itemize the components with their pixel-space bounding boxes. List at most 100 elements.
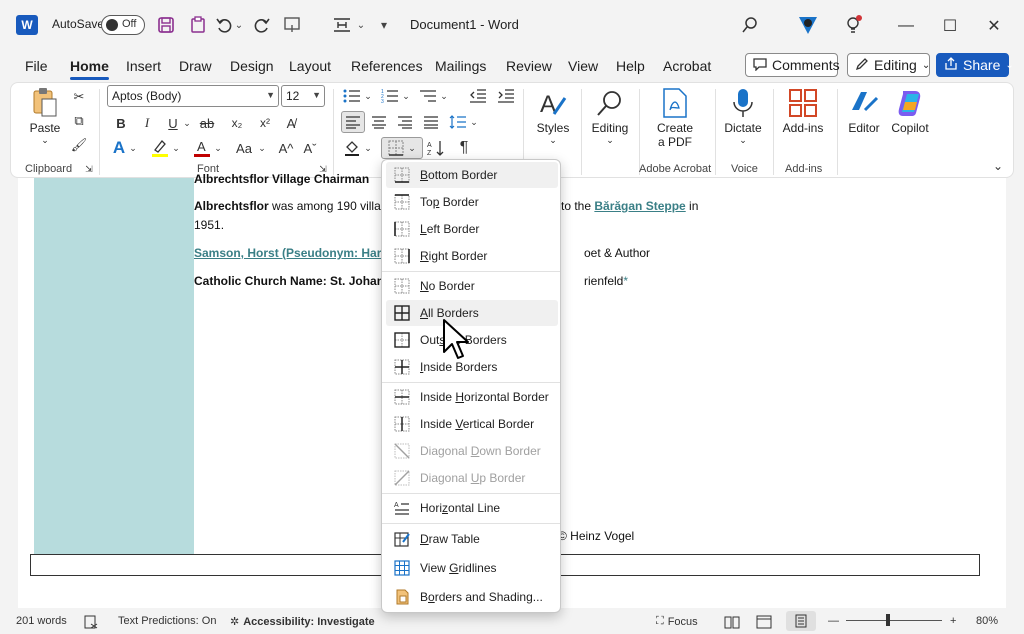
chevron-down-icon[interactable]: ⌄ bbox=[363, 87, 373, 105]
editor-button[interactable]: Editor bbox=[841, 87, 887, 135]
chevron-down-icon[interactable]: ⌄ bbox=[171, 139, 181, 157]
menu-item-left-border[interactable]: Left Border bbox=[386, 216, 558, 242]
bold-icon[interactable]: B bbox=[111, 113, 131, 133]
editing-button[interactable]: Editing ⌄ bbox=[585, 87, 635, 146]
format-painter-icon[interactable]: 🖌 bbox=[69, 135, 89, 155]
increase-indent-icon[interactable] bbox=[495, 85, 517, 107]
zoom-level[interactable]: 80% bbox=[976, 615, 998, 627]
word-count[interactable]: 201 words bbox=[16, 615, 67, 627]
clear-formatting-icon[interactable]: A̸ bbox=[281, 113, 301, 133]
tab-mailings[interactable]: Mailings bbox=[435, 58, 486, 74]
clipboard-launcher-icon[interactable]: ⇲ bbox=[83, 163, 95, 175]
chevron-down-icon[interactable]: ⌄ bbox=[257, 139, 267, 157]
bullets-icon[interactable] bbox=[341, 85, 363, 107]
samson-horst-link[interactable]: Samson, Horst (Pseudonym: Har bbox=[194, 246, 381, 260]
proofing-icon[interactable] bbox=[84, 615, 98, 629]
paste-button[interactable]: Paste ⌄ bbox=[25, 87, 65, 146]
add-ins-button[interactable]: Add-ins bbox=[777, 87, 829, 135]
search-icon[interactable] bbox=[738, 13, 762, 37]
menu-item-inside-borders[interactable]: Inside Borders bbox=[386, 354, 558, 380]
underline-icon[interactable]: U bbox=[163, 113, 183, 133]
text-predictions[interactable]: Text Predictions: On bbox=[118, 615, 216, 627]
close-button[interactable]: ✕ bbox=[980, 14, 1008, 38]
customize-qat-icon[interactable]: ▾ bbox=[372, 13, 396, 37]
share-button[interactable]: Share ⌄ bbox=[936, 53, 1014, 77]
table-layout-icon[interactable] bbox=[330, 13, 354, 37]
menu-item-right-border[interactable]: Right Border bbox=[386, 243, 558, 269]
chevron-down-icon[interactable]: ⌄ bbox=[469, 113, 479, 131]
menu-item-all-borders[interactable]: All Borders bbox=[386, 300, 558, 326]
menu-item-bottom-border[interactable]: Bottom Border bbox=[386, 162, 558, 188]
font-size-select[interactable]: 12 ▼ bbox=[281, 85, 325, 107]
designer-icon[interactable] bbox=[796, 13, 820, 37]
underline-dropdown-icon[interactable]: ⌄ bbox=[181, 113, 193, 133]
font-color-icon[interactable]: A bbox=[191, 137, 213, 159]
highlight-color-icon[interactable] bbox=[149, 137, 171, 159]
decrease-indent-icon[interactable] bbox=[467, 85, 489, 107]
font-name-select[interactable]: Aptos (Body) ▼ bbox=[107, 85, 279, 107]
baragan-steppe-link[interactable]: Bărăgan Steppe bbox=[594, 199, 685, 213]
maximize-button[interactable]: ☐ bbox=[936, 14, 964, 38]
dictate-button[interactable]: Dictate ⌄ bbox=[719, 87, 767, 146]
tab-acrobat[interactable]: Acrobat bbox=[663, 58, 711, 74]
align-left-button[interactable] bbox=[341, 111, 365, 133]
tab-home[interactable]: Home bbox=[70, 58, 109, 80]
comments-button[interactable]: Comments bbox=[745, 53, 840, 77]
borders-button[interactable]: ⌄ bbox=[381, 137, 423, 159]
align-center-button[interactable] bbox=[367, 111, 391, 133]
web-layout-icon[interactable] bbox=[756, 615, 772, 629]
tab-view[interactable]: View bbox=[568, 58, 598, 74]
tab-layout[interactable]: Layout bbox=[289, 58, 331, 74]
create-pdf-button[interactable]: Create a PDF bbox=[645, 87, 705, 149]
accessibility-status[interactable]: ✲ Accessibility: Investigate bbox=[230, 615, 375, 629]
change-case-icon[interactable]: Aa bbox=[233, 137, 255, 159]
tab-help[interactable]: Help bbox=[616, 58, 645, 74]
zoom-out-icon[interactable]: — bbox=[828, 615, 839, 627]
tab-review[interactable]: Review bbox=[506, 58, 552, 74]
copilot-button[interactable]: Copilot bbox=[885, 87, 935, 135]
menu-item-inside-horizontal-border[interactable]: Inside Horizontal Border bbox=[386, 384, 558, 410]
chevron-down-icon[interactable]: ⌄ bbox=[363, 139, 373, 157]
chevron-down-icon[interactable]: ⌄ bbox=[439, 87, 449, 105]
menu-item-view-gridlines[interactable]: View Gridlines bbox=[386, 555, 558, 581]
editing-mode-button[interactable]: Editing ⌄ bbox=[847, 53, 930, 77]
redo-icon[interactable] bbox=[250, 13, 274, 37]
read-mode-icon[interactable] bbox=[724, 615, 740, 629]
tab-draw[interactable]: Draw bbox=[179, 58, 212, 74]
numbering-icon[interactable]: 123 bbox=[379, 85, 401, 107]
sort-icon[interactable]: AZ bbox=[425, 137, 447, 159]
tab-file[interactable]: File bbox=[25, 58, 48, 74]
multilevel-list-icon[interactable] bbox=[417, 85, 439, 107]
menu-item-inside-vertical-border[interactable]: Inside Vertical Border bbox=[386, 411, 558, 437]
menu-item-horizontal-line[interactable]: A Horizontal Line bbox=[386, 495, 558, 521]
menu-item-draw-table[interactable]: Draw Table bbox=[386, 526, 558, 552]
footnote-marker[interactable]: * bbox=[623, 274, 628, 288]
chevron-down-icon[interactable]: ⌄ bbox=[213, 139, 223, 157]
focus-button[interactable]: ⛶ Focus bbox=[656, 615, 698, 628]
chevron-down-icon[interactable]: ⌄ bbox=[128, 139, 138, 157]
tab-insert[interactable]: Insert bbox=[126, 58, 161, 74]
print-layout-icon[interactable] bbox=[786, 611, 816, 631]
zoom-in-icon[interactable]: + bbox=[950, 615, 956, 627]
tab-references[interactable]: References bbox=[351, 58, 423, 74]
layout-dropdown-icon[interactable]: ⌄ bbox=[354, 13, 368, 37]
clipboard-qat-icon[interactable] bbox=[186, 13, 210, 37]
shrink-font-icon[interactable]: Aˇ bbox=[299, 137, 321, 159]
undo-dropdown-icon[interactable]: ⌄ bbox=[232, 13, 246, 37]
zoom-slider-thumb[interactable] bbox=[886, 614, 890, 626]
minimize-button[interactable]: — bbox=[892, 14, 920, 38]
collapse-ribbon-icon[interactable]: ⌄ bbox=[989, 157, 1007, 175]
styles-button[interactable]: A Styles ⌄ bbox=[531, 87, 575, 146]
strikethrough-icon[interactable]: ab bbox=[197, 113, 217, 133]
autosave-toggle[interactable]: Off bbox=[101, 15, 145, 35]
subscript-icon[interactable]: x₂ bbox=[227, 113, 247, 133]
grow-font-icon[interactable]: A^ bbox=[275, 137, 297, 159]
show-formatting-marks-icon[interactable]: ¶ bbox=[453, 137, 475, 159]
chevron-down-icon[interactable]: ⌄ bbox=[401, 87, 411, 105]
cut-icon[interactable]: ✂ bbox=[69, 87, 89, 107]
line-spacing-icon[interactable] bbox=[447, 111, 469, 133]
align-right-button[interactable] bbox=[393, 111, 417, 133]
menu-item-top-border[interactable]: Top Border bbox=[386, 189, 558, 215]
justify-button[interactable] bbox=[419, 111, 443, 133]
superscript-icon[interactable]: x² bbox=[255, 113, 275, 133]
